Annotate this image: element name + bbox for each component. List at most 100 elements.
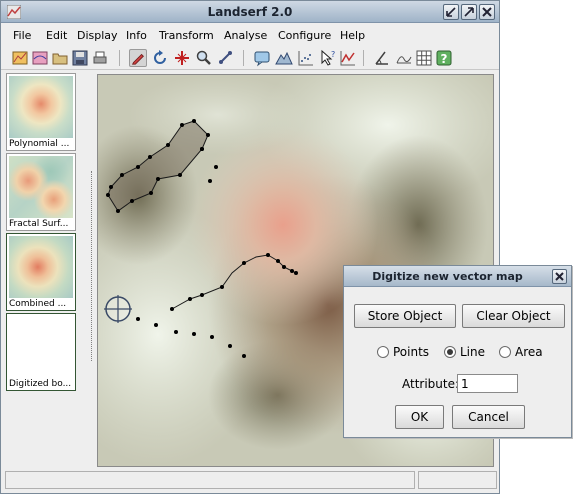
radio-label: Area: [515, 345, 543, 359]
area-vertex: [214, 165, 218, 169]
radio-button[interactable]: [377, 346, 389, 358]
menu-transform[interactable]: Transform: [159, 29, 214, 42]
attribute-input[interactable]: [457, 374, 518, 393]
dialog-title-bar[interactable]: Digitize new vector map: [344, 266, 571, 287]
radio-label: Line: [460, 345, 486, 359]
menu-configure[interactable]: Configure: [278, 29, 331, 42]
terrain-shade-icon[interactable]: [395, 49, 413, 67]
toolbar-separator: [363, 50, 364, 66]
area-vertex: [109, 185, 113, 189]
close-icon: [555, 272, 564, 281]
pan-icon[interactable]: [217, 49, 235, 67]
menu-bar: File Edit Display Info Transform Analyse…: [1, 24, 499, 46]
maximize-button[interactable]: [461, 4, 477, 20]
line-vertex: [200, 293, 204, 297]
digitized-point[interactable]: [136, 317, 140, 321]
angle-icon[interactable]: [373, 49, 391, 67]
svg-text:?: ?: [441, 52, 448, 66]
toolbar-separator: [243, 50, 244, 66]
terrain-highland: [128, 75, 308, 155]
area-vertex: [156, 177, 160, 181]
area-vertex: [149, 191, 153, 195]
toolbar-separator: [119, 50, 120, 66]
scatter-icon[interactable]: [297, 49, 315, 67]
print-icon[interactable]: [91, 49, 109, 67]
title-bar[interactable]: Landserf 2.0: [1, 1, 499, 23]
panel-divider[interactable]: [91, 171, 94, 361]
menu-edit[interactable]: Edit: [46, 29, 67, 42]
thumbnail-image: [9, 316, 73, 378]
line-vertex: [170, 307, 174, 311]
status-coordinates: [418, 471, 497, 489]
thumbnail-polynomial[interactable]: Polynomial ...: [6, 73, 76, 151]
query-info-icon[interactable]: [253, 49, 271, 67]
ok-button[interactable]: OK: [395, 405, 444, 429]
crosshair-icon[interactable]: [173, 49, 191, 67]
menu-info[interactable]: Info: [126, 29, 147, 42]
menu-file[interactable]: File: [13, 29, 31, 42]
digitize-dialog: Digitize new vector map Store Object Cle…: [343, 265, 572, 438]
area-vertex: [180, 123, 184, 127]
dialog-title: Digitize new vector map: [372, 270, 523, 283]
line-vertex: [242, 261, 246, 265]
thumbnail-panel: Polynomial ... Fractal Surf... Combined …: [6, 73, 78, 395]
thumbnail-label: Digitized bo...: [9, 379, 72, 389]
line-vertex: [290, 269, 294, 273]
rotate-icon[interactable]: [151, 49, 169, 67]
digitize-pencil-icon[interactable]: [129, 49, 147, 67]
thumbnail-label: Combined ...: [9, 299, 67, 309]
new-raster-icon[interactable]: [11, 49, 29, 67]
zoom-icon[interactable]: [195, 49, 213, 67]
area-vertex: [178, 173, 182, 177]
thumbnail-combined[interactable]: Combined ...: [6, 233, 76, 311]
menu-help[interactable]: Help: [340, 29, 365, 42]
maximize-icon: [464, 7, 474, 17]
radio-label: Points: [393, 345, 430, 359]
save-icon[interactable]: [71, 49, 89, 67]
thumbnail-label: Fractal Surf...: [9, 219, 69, 229]
thumbnail-image: [9, 236, 73, 298]
grid-icon[interactable]: [415, 49, 433, 67]
cancel-button[interactable]: Cancel: [452, 405, 525, 429]
help-cursor-icon[interactable]: ?: [319, 49, 337, 67]
thumbnail-image: [9, 156, 73, 218]
store-object-button[interactable]: Store Object: [354, 304, 456, 328]
area-vertex: [192, 119, 196, 123]
digitized-point[interactable]: [192, 332, 196, 336]
radio-button[interactable]: [444, 346, 456, 358]
area-vertex: [166, 143, 170, 147]
area-vertex: [148, 155, 152, 159]
menu-analyse[interactable]: Analyse: [224, 29, 267, 42]
digitized-point[interactable]: [154, 323, 158, 327]
attribute-label: Attribute:: [402, 377, 460, 391]
window-title: Landserf 2.0: [207, 5, 293, 19]
line-vertex: [294, 271, 298, 275]
menu-display[interactable]: Display: [77, 29, 118, 42]
graph-icon[interactable]: [339, 49, 357, 67]
toolbar: ? ?: [1, 46, 499, 70]
thumbnail-fractal[interactable]: Fractal Surf...: [6, 153, 76, 231]
digitized-point[interactable]: [174, 330, 178, 334]
thumbnail-digitized[interactable]: Digitized bo...: [6, 313, 76, 391]
svg-text:?: ?: [331, 50, 335, 59]
area-vertex: [120, 173, 124, 177]
new-vector-icon[interactable]: [31, 49, 49, 67]
area-vertex: [136, 165, 140, 169]
thumbnail-image: [9, 76, 73, 138]
area-vertex: [200, 147, 204, 151]
line-vertex: [220, 285, 224, 289]
line-vertex: [266, 253, 270, 257]
open-folder-icon[interactable]: [51, 49, 69, 67]
radio-button[interactable]: [499, 346, 511, 358]
minimize-icon: [446, 7, 456, 17]
terrain-icon[interactable]: [275, 49, 293, 67]
dialog-close-button[interactable]: [552, 269, 567, 284]
close-button[interactable]: [479, 4, 495, 20]
minimize-button[interactable]: [443, 4, 459, 20]
digitized-point[interactable]: [210, 335, 214, 339]
area-vertex: [208, 179, 212, 183]
help-icon[interactable]: ?: [435, 49, 453, 67]
digitized-point[interactable]: [228, 344, 232, 348]
clear-object-button[interactable]: Clear Object: [462, 304, 565, 328]
digitized-point[interactable]: [242, 354, 246, 358]
